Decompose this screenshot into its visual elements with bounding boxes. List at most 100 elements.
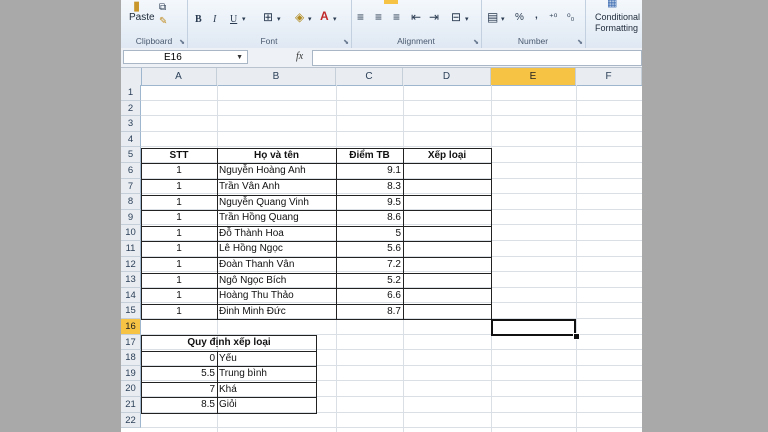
cell-score[interactable]: 5.6 xyxy=(336,241,403,257)
rules-min[interactable]: 0 xyxy=(141,351,217,367)
paste-button[interactable]: Paste xyxy=(129,12,155,24)
row-header-19[interactable]: 19 xyxy=(121,365,141,382)
row-header-5[interactable]: 5 xyxy=(121,147,141,163)
cell-stt[interactable]: 1 xyxy=(141,288,217,304)
borders-icon[interactable]: ⊞ xyxy=(263,11,273,23)
rules-min[interactable]: 5.5 xyxy=(141,366,217,382)
row-header-18[interactable]: 18 xyxy=(121,350,141,366)
merge-icon[interactable]: ⊟ xyxy=(451,11,461,23)
header-name[interactable]: Họ và tên xyxy=(217,148,336,164)
row-header-10[interactable]: 10 xyxy=(121,225,141,241)
currency-icon[interactable]: ▤ xyxy=(487,11,498,23)
rules-label[interactable]: Khá xyxy=(217,382,317,398)
row-header-13[interactable]: 13 xyxy=(121,272,141,288)
cell-name[interactable]: Trần Vân Anh xyxy=(217,179,336,195)
cell-score[interactable]: 9.1 xyxy=(336,163,403,179)
font-color-icon[interactable]: A xyxy=(320,10,329,22)
align-left-icon[interactable]: ≡ xyxy=(357,11,364,23)
cell-score[interactable]: 8.3 xyxy=(336,179,403,195)
row-header-17[interactable]: 17 xyxy=(121,334,141,351)
cell-name[interactable]: Hoàng Thu Thảo xyxy=(217,288,336,304)
select-all-corner[interactable] xyxy=(121,68,142,86)
rules-min[interactable]: 7 xyxy=(141,382,217,398)
cell-name[interactable]: Đoàn Thanh Vân xyxy=(217,257,336,273)
header-rank[interactable]: Xếp loại xyxy=(403,148,491,164)
paste-icon[interactable]: ▮ xyxy=(133,0,140,12)
borders-dropdown-icon[interactable]: ▾ xyxy=(277,14,281,25)
active-cell-e16[interactable] xyxy=(491,319,576,336)
cell-stt[interactable]: 1 xyxy=(141,179,217,195)
column-header-a[interactable]: A xyxy=(141,68,217,85)
fill-dropdown-icon[interactable]: ▾ xyxy=(308,14,312,25)
alignment-launcher-icon[interactable]: ⬊ xyxy=(473,38,479,46)
underline-button[interactable]: U xyxy=(230,14,237,25)
cell-stt[interactable]: 1 xyxy=(141,195,217,211)
row-header-1[interactable]: 1 xyxy=(121,85,141,101)
row-header-21[interactable]: 21 xyxy=(121,397,141,413)
align-right-icon[interactable]: ≡ xyxy=(393,11,400,23)
comma-button[interactable]: , xyxy=(535,10,538,21)
insert-function-icon[interactable]: fx xyxy=(296,51,303,62)
increase-decimal-icon[interactable]: ⁺⁰ xyxy=(549,12,557,23)
formula-input[interactable] xyxy=(312,50,642,66)
cell-stt[interactable]: 1 xyxy=(141,163,217,179)
rules-label[interactable]: Giỏi xyxy=(217,397,317,413)
cell-name[interactable]: Đinh Minh Đức xyxy=(217,304,336,320)
name-box-dropdown-icon[interactable]: ▼ xyxy=(236,51,243,65)
increase-indent-icon[interactable]: ⇥ xyxy=(429,11,439,23)
clipboard-launcher-icon[interactable]: ⬊ xyxy=(179,38,185,46)
cell-stt[interactable]: 1 xyxy=(141,210,217,226)
rules-label[interactable]: Yếu xyxy=(217,351,317,367)
row-header-16[interactable]: 16 xyxy=(121,319,141,335)
row-header-9[interactable]: 9 xyxy=(121,209,141,226)
fill-color-icon[interactable]: ◈ xyxy=(295,11,304,23)
cell-name[interactable]: Nguyễn Hoàng Anh xyxy=(217,163,336,179)
currency-dropdown-icon[interactable]: ▾ xyxy=(501,14,505,25)
rules-label[interactable]: Trung bình xyxy=(217,366,317,382)
cell-stt[interactable]: 1 xyxy=(141,257,217,273)
row-header-12[interactable]: 12 xyxy=(121,256,141,273)
rules-title[interactable]: Quy định xếp loại xyxy=(141,335,317,351)
copy-icon[interactable]: ⧉ xyxy=(159,2,166,13)
cell-score[interactable]: 8.6 xyxy=(336,210,403,226)
underline-dropdown-icon[interactable]: ▾ xyxy=(242,14,246,25)
cell-score[interactable]: 5 xyxy=(336,226,403,242)
italic-button[interactable]: I xyxy=(213,14,216,25)
row-header-11[interactable]: 11 xyxy=(121,241,141,257)
name-box[interactable]: E16 ▼ xyxy=(123,50,248,64)
row-header-6[interactable]: 6 xyxy=(121,163,141,179)
row-header-4[interactable]: 4 xyxy=(121,131,141,148)
cell-name[interactable]: Đỗ Thành Hoa xyxy=(217,226,336,242)
font-launcher-icon[interactable]: ⬊ xyxy=(343,38,349,46)
fill-handle[interactable] xyxy=(573,333,580,340)
column-header-b[interactable]: B xyxy=(217,68,336,85)
row-header-22[interactable]: 22 xyxy=(121,412,141,429)
row-header-15[interactable]: 15 xyxy=(121,303,141,319)
header-stt[interactable]: STT xyxy=(141,148,217,164)
number-launcher-icon[interactable]: ⬊ xyxy=(577,38,583,46)
column-header-c[interactable]: C xyxy=(336,68,403,85)
row-header-3[interactable]: 3 xyxy=(121,116,141,132)
cell-stt[interactable]: 1 xyxy=(141,226,217,242)
header-score[interactable]: Điểm TB xyxy=(336,148,403,164)
cell-stt[interactable]: 1 xyxy=(141,273,217,289)
decrease-indent-icon[interactable]: ⇤ xyxy=(411,11,421,23)
cell-stt[interactable]: 1 xyxy=(141,304,217,320)
conditional-formatting-icon[interactable]: ▦ xyxy=(607,0,617,9)
row-header-2[interactable]: 2 xyxy=(121,100,141,117)
bold-button[interactable]: B xyxy=(195,14,202,25)
cell-score[interactable]: 6.6 xyxy=(336,288,403,304)
cell-score[interactable]: 5.2 xyxy=(336,273,403,289)
format-painter-icon[interactable]: ✎ xyxy=(159,16,167,27)
row-header-20[interactable]: 20 xyxy=(121,381,141,397)
row-header-7[interactable]: 7 xyxy=(121,178,141,195)
align-center-icon[interactable]: ≡ xyxy=(375,11,382,23)
cell-score[interactable]: 9.5 xyxy=(336,195,403,211)
font-color-dropdown-icon[interactable]: ▾ xyxy=(333,14,337,25)
cell-name[interactable]: Nguyễn Quang Vinh xyxy=(217,195,336,211)
column-header-e[interactable]: E xyxy=(491,68,576,85)
cell-score[interactable]: 7.2 xyxy=(336,257,403,273)
column-header-f[interactable]: F xyxy=(576,68,642,85)
cell-name[interactable]: Lê Hồng Ngọc xyxy=(217,241,336,257)
decrease-decimal-icon[interactable]: ⁰₀ xyxy=(567,12,574,23)
